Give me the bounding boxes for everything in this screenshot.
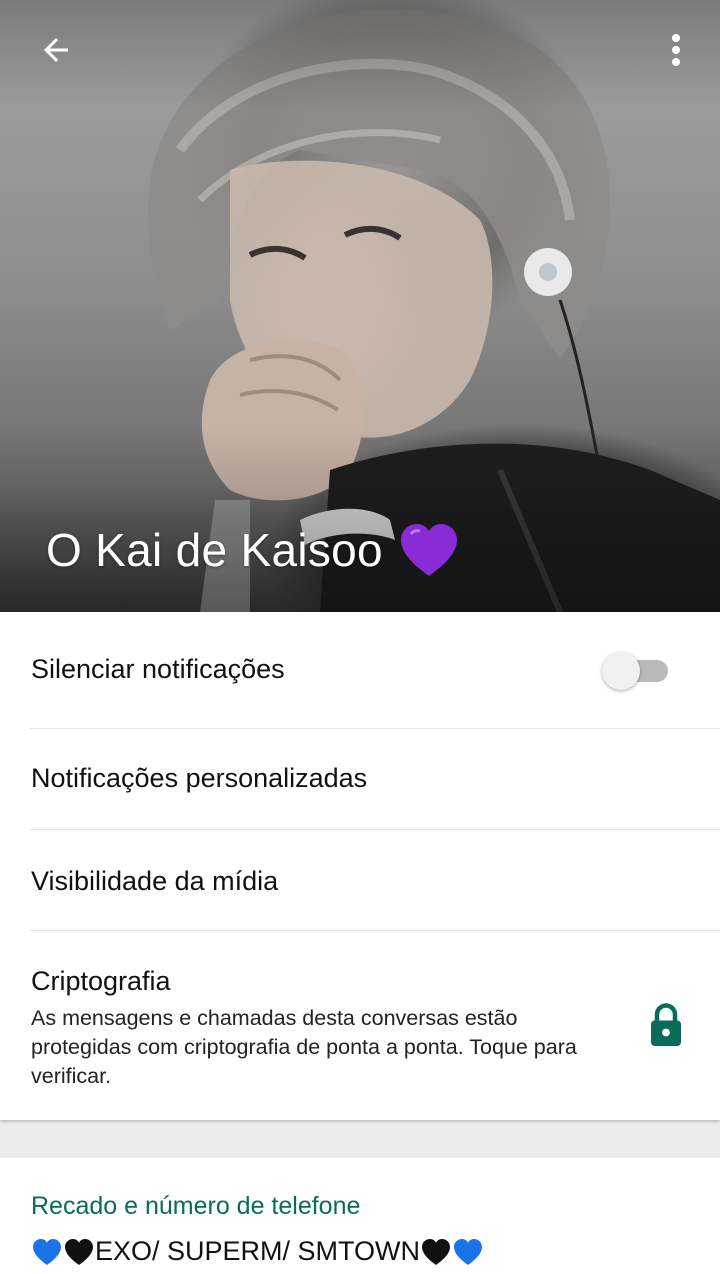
encryption-title: Criptografia <box>31 966 171 996</box>
contact-name: O Kai de Kaisoo <box>46 522 461 578</box>
more-options-button[interactable] <box>652 26 700 74</box>
more-vert-icon <box>672 34 680 66</box>
arrow-left-icon <box>44 38 68 62</box>
media-visibility-row[interactable]: Visibilidade da mídia <box>0 830 720 930</box>
black-heart-icon <box>65 1238 93 1265</box>
blue-heart-icon <box>33 1238 61 1265</box>
black-heart-icon <box>422 1238 451 1265</box>
profile-photo[interactable]: O Kai de Kaisoo <box>0 0 720 612</box>
about-status-text: EXO/ SUPERM/ SMTOWN <box>95 1236 421 1266</box>
blue-heart-icon <box>454 1238 483 1265</box>
purple-heart-icon <box>400 524 457 576</box>
toggle-thumb <box>602 652 640 690</box>
mute-notifications-label: Silenciar notificações <box>31 654 285 684</box>
custom-notifications-label: Notificações personalizadas <box>31 763 368 793</box>
chat-settings-card: Silenciar notificações Notificações pers… <box>0 612 720 1120</box>
contact-name-text: O Kai de Kaisoo <box>46 524 383 576</box>
lock-icon[interactable] <box>648 1002 684 1048</box>
custom-notifications-row[interactable]: Notificações personalizadas <box>0 729 720 829</box>
media-visibility-label: Visibilidade da mídia <box>31 866 279 896</box>
about-status[interactable]: EXO/ SUPERM/ SMTOWN <box>31 1236 484 1267</box>
mute-notifications-row[interactable]: Silenciar notificações <box>0 612 720 728</box>
mute-notifications-toggle[interactable] <box>602 650 670 690</box>
encryption-description: As mensagens e chamadas desta conversas … <box>31 1006 577 1088</box>
about-section-title: Recado e número de telefone <box>31 1192 361 1220</box>
back-button[interactable] <box>28 26 84 74</box>
about-card: Recado e número de telefone EXO/ SUPERM/… <box>0 1158 720 1274</box>
